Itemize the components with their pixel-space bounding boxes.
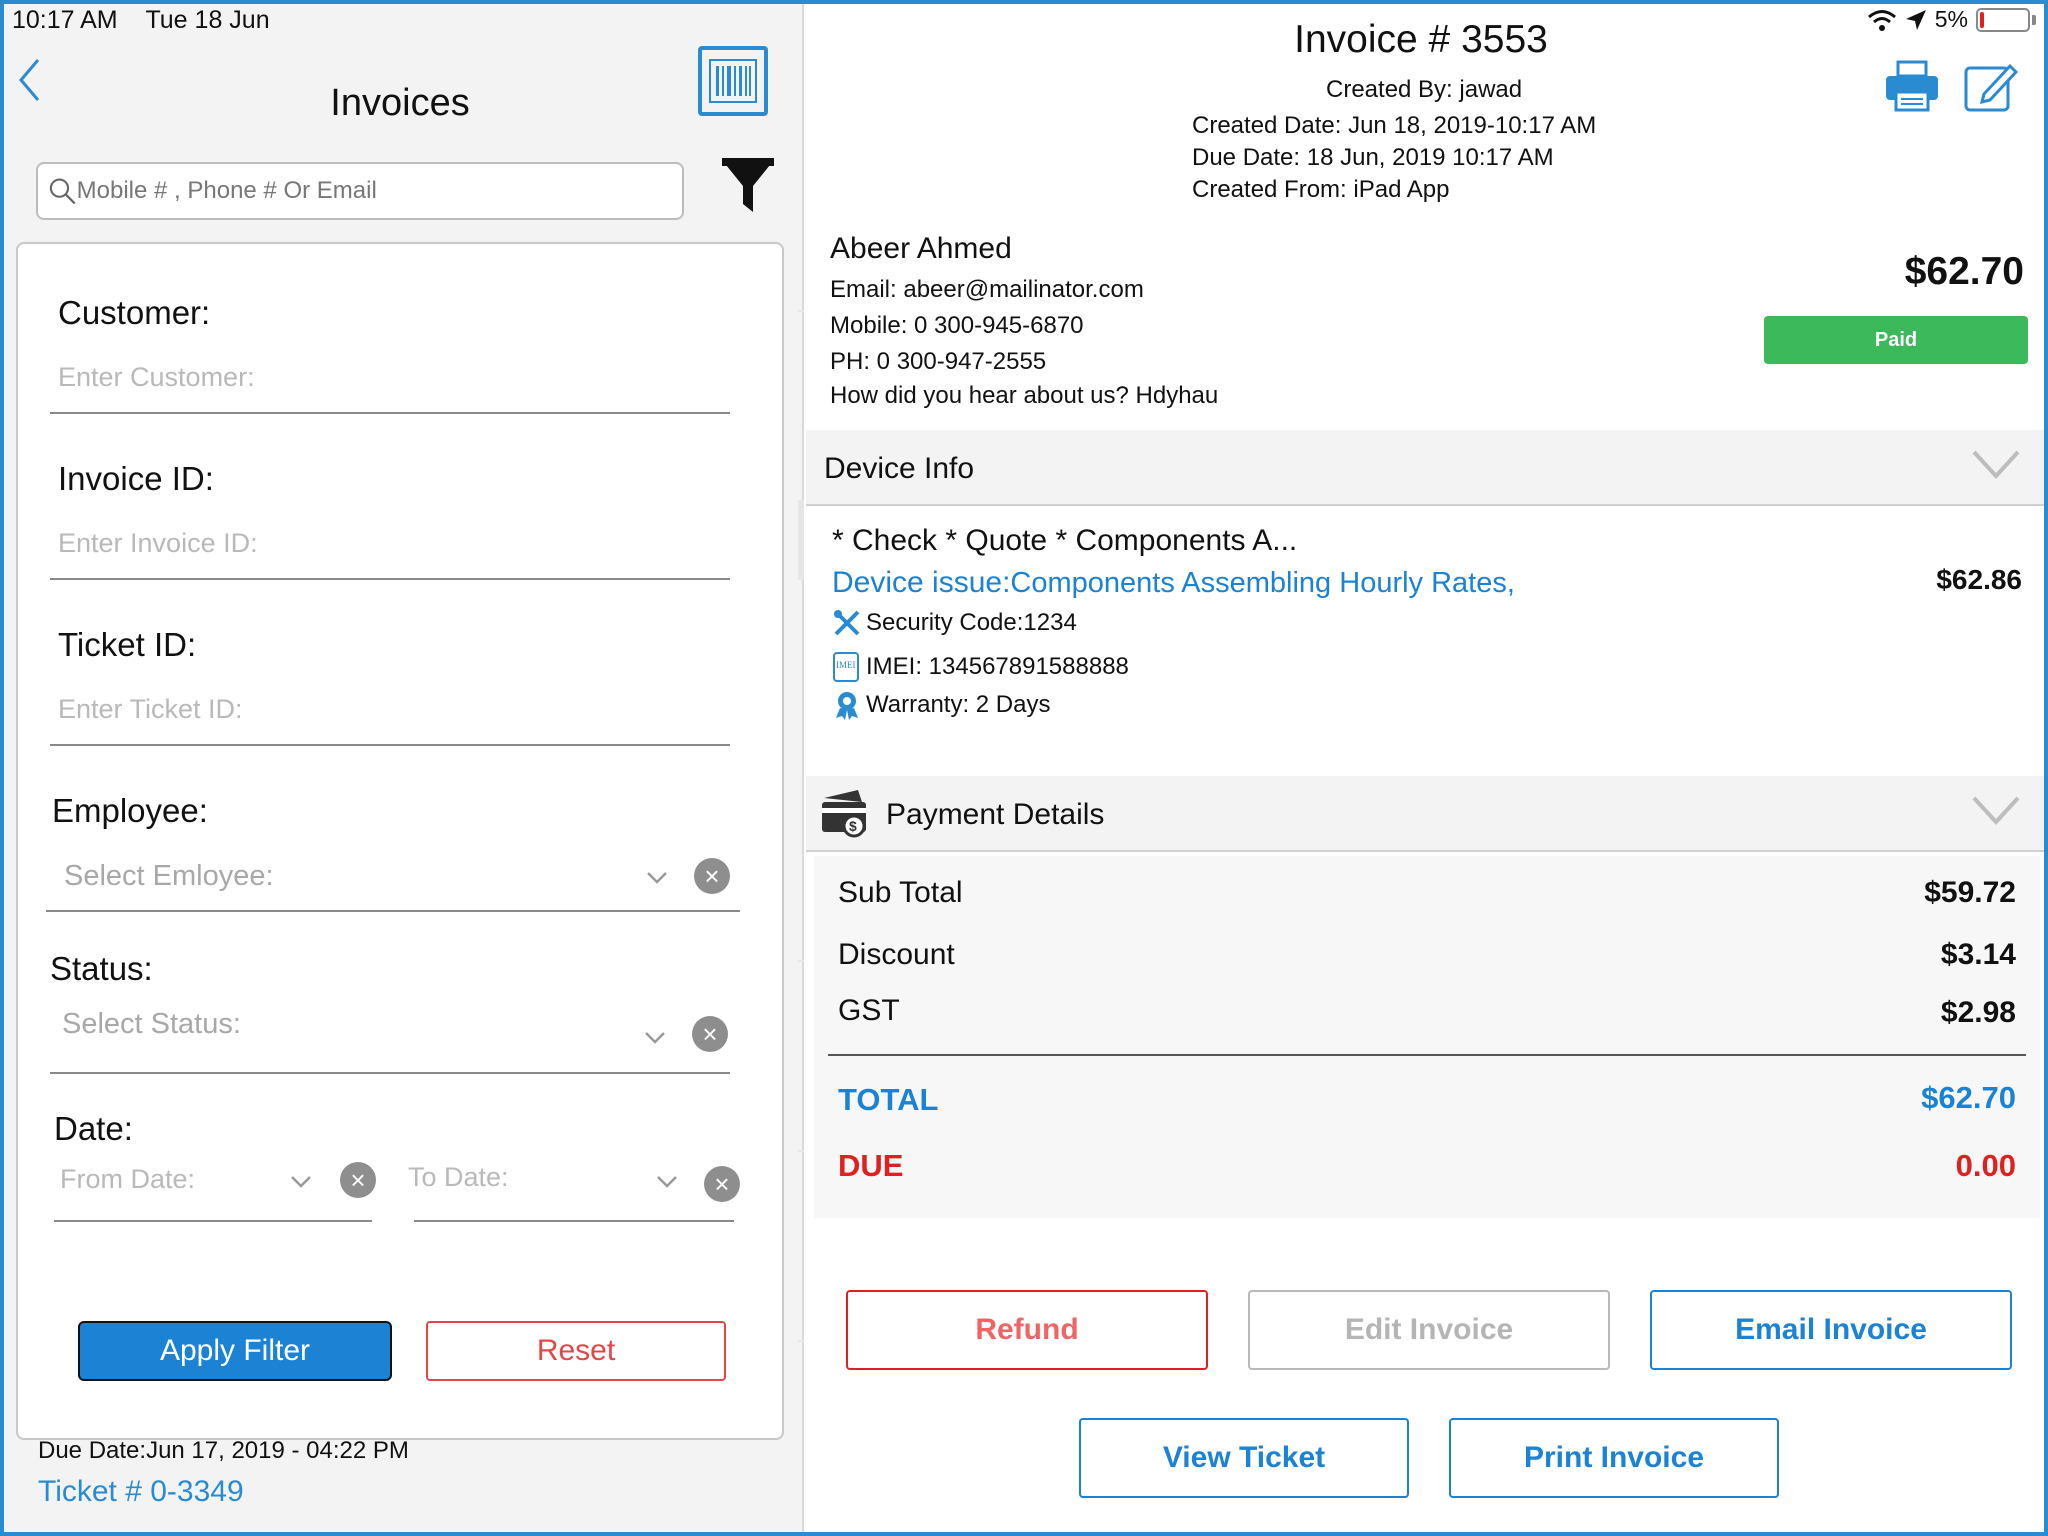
invoice-id-input[interactable]	[58, 528, 738, 559]
to-date-underline	[414, 1220, 734, 1222]
due-value: 0.00	[1955, 1148, 2016, 1183]
list-divider	[798, 960, 804, 962]
view-ticket-button[interactable]: View Ticket	[1079, 1418, 1409, 1498]
device-info-title: Device Info	[824, 452, 975, 485]
chevron-down-icon[interactable]	[644, 1026, 666, 1048]
status-label: Status:	[50, 950, 153, 987]
list-divider	[798, 1150, 804, 1152]
tools-icon	[834, 610, 860, 636]
list-divider	[798, 500, 804, 580]
created-date: Created Date: Jun 18, 2019-10:17 AM	[1192, 112, 1597, 139]
edit-pencil-icon[interactable]	[1964, 60, 2018, 112]
customer-underline	[50, 412, 730, 414]
payment-summary: Sub Total $59.72 Discount $3.14 GST $2.9…	[814, 856, 2040, 1218]
refund-button[interactable]: Refund	[846, 1290, 1208, 1370]
ticket-id-underline	[50, 744, 730, 746]
ticket-id-input[interactable]	[58, 694, 738, 725]
chevron-down-icon[interactable]	[656, 1170, 678, 1192]
due-date: Due Date: 18 Jun, 2019 10:17 AM	[1192, 144, 1554, 171]
barcode-scan-icon[interactable]	[698, 46, 768, 116]
discount-label: Discount	[838, 938, 955, 971]
payment-card-icon: $	[822, 790, 866, 838]
chevron-down-icon[interactable]	[646, 866, 668, 888]
from-date-clear-icon[interactable]: ×	[340, 1162, 376, 1198]
invoices-pane: 10:17 AM Tue 18 Jun Invoices Due Date:Ju…	[0, 0, 804, 1536]
employee-underline	[46, 910, 740, 912]
invoice-amount: $62.70	[1904, 250, 2024, 293]
created-from: Created From: iPad App	[1192, 176, 1450, 203]
printer-icon[interactable]	[1884, 60, 1940, 112]
status-time: 10:17 AM Tue 18 Jun	[12, 6, 270, 34]
device-title: * Check * Quote * Components A...	[832, 524, 1298, 557]
filter-funnel-icon[interactable]	[720, 156, 776, 216]
svg-text:$: $	[849, 818, 857, 834]
invoice-detail-pane: 5% Invoice # 3553 Created By: jawad Crea…	[806, 0, 2048, 1536]
customer-name: Abeer Ahmed	[830, 232, 1012, 265]
employee-clear-icon[interactable]: ×	[694, 858, 730, 894]
customer-phone: PH: 0 300-947-2555	[830, 348, 1047, 375]
email-invoice-button[interactable]: Email Invoice	[1650, 1290, 2012, 1370]
total-value: $62.70	[1921, 1080, 2016, 1115]
imei-phone-icon: IMEI	[833, 652, 859, 682]
total-label: TOTAL	[838, 1082, 939, 1117]
to-date-select[interactable]: To Date:	[408, 1162, 509, 1193]
status-select[interactable]: Select Status:	[62, 1008, 241, 1041]
invoice-id-underline	[50, 578, 730, 580]
reset-button[interactable]: Reset	[426, 1321, 726, 1381]
print-invoice-button[interactable]: Print Invoice	[1449, 1418, 1779, 1498]
invoice-title: Invoice # 3553	[1294, 18, 1548, 61]
award-ribbon-icon	[836, 692, 858, 720]
employee-select[interactable]: Select Emloyee:	[64, 860, 274, 893]
chevron-down-icon[interactable]	[1972, 794, 2020, 828]
security-code-row: Security Code:1234	[832, 608, 1077, 638]
from-date-select[interactable]: From Date:	[60, 1164, 195, 1195]
status-underline	[50, 1072, 730, 1074]
status-badge: Paid	[1764, 316, 2028, 364]
customer-email: Email: abeer@mailinator.com	[830, 276, 1144, 303]
list-divider	[798, 310, 804, 312]
customer-input[interactable]	[58, 362, 738, 393]
svg-text:IMEI: IMEI	[836, 660, 856, 670]
warranty-row: Warranty: 2 Days	[832, 690, 1051, 720]
discount-value: $3.14	[1940, 938, 2016, 971]
page-title: Invoices	[330, 82, 470, 124]
total-divider	[828, 1054, 2026, 1056]
device-info-header[interactable]: Device Info	[806, 430, 2048, 506]
invoice-id-label: Invoice ID:	[58, 460, 214, 497]
status-clear-icon[interactable]: ×	[692, 1016, 728, 1052]
from-date-underline	[54, 1220, 372, 1222]
list-divider	[798, 1340, 804, 1342]
chevron-down-icon[interactable]	[1972, 448, 2020, 482]
created-by: Created By: jawad	[1326, 76, 1523, 103]
date-label: Date:	[54, 1110, 133, 1147]
payment-details-title: Payment Details	[886, 798, 1105, 831]
gst-label: GST	[838, 994, 900, 1027]
device-issue: Device issue:Components Assembling Hourl…	[832, 566, 1515, 599]
imei-row: IMEI IMEI: 134567891588888	[832, 652, 1129, 682]
chevron-down-icon[interactable]	[290, 1170, 312, 1192]
apply-filter-button[interactable]: Apply Filter	[78, 1321, 392, 1381]
to-date-clear-icon[interactable]: ×	[704, 1166, 740, 1202]
payment-details-header[interactable]: $ Payment Details	[806, 776, 2048, 852]
customer-referral: How did you hear about us? Hdyhau	[830, 382, 1219, 409]
subtotal-label: Sub Total	[838, 876, 963, 909]
search-field[interactable]	[36, 162, 684, 220]
search-input[interactable]	[76, 177, 682, 205]
customer-mobile: Mobile: 0 300-945-6870	[830, 312, 1084, 339]
employee-label: Employee:	[52, 792, 208, 829]
list-item-ticket[interactable]: Ticket # 0-3349	[38, 1475, 244, 1509]
filter-panel: Customer: Invoice ID: Ticket ID: Employe…	[16, 242, 784, 1440]
ticket-id-label: Ticket ID:	[58, 626, 197, 663]
list-item-due-date: Due Date:Jun 17, 2019 - 04:22 PM	[38, 1437, 409, 1464]
search-icon	[49, 178, 76, 205]
edit-invoice-button[interactable]: Edit Invoice	[1248, 1290, 1610, 1370]
due-label: DUE	[838, 1148, 904, 1183]
customer-label: Customer:	[58, 294, 211, 331]
device-price: $62.86	[1936, 564, 2022, 595]
gst-value: $2.98	[1940, 996, 2016, 1029]
subtotal-value: $59.72	[1924, 876, 2016, 909]
